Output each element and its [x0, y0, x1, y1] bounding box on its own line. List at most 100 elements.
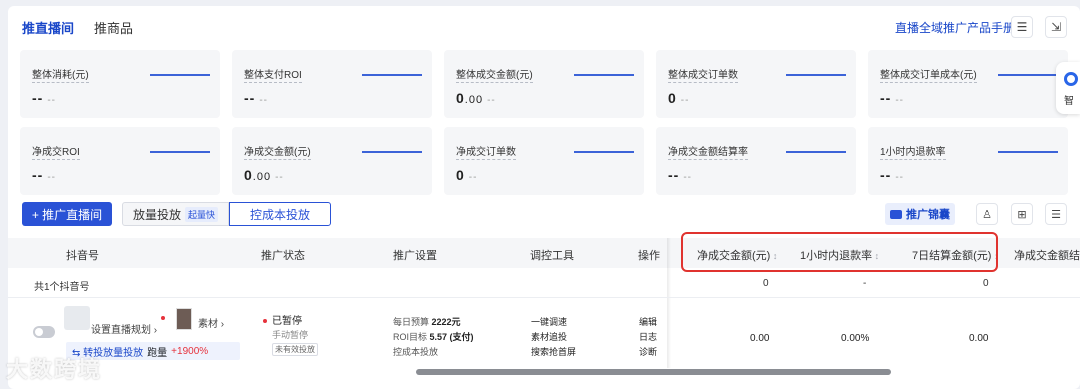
metric-value: 0.00 -- — [244, 167, 284, 183]
metric-label: 整体成交订单成本(元) — [880, 66, 977, 83]
row-net-amount: 0.00 — [750, 333, 770, 344]
collapse-icon[interactable]: ⇲ — [1045, 16, 1067, 38]
col-net-amount-settle[interactable]: 净成交金额结 — [1014, 247, 1080, 263]
metric-label: 净成交金额(元) — [244, 143, 311, 160]
metric-value: 0.00 -- — [456, 90, 496, 106]
filter-icon[interactable]: ☰ — [1045, 203, 1067, 225]
roi-target: ROI目标 5.57 (支付) — [393, 332, 474, 342]
column-settings-icon[interactable]: ⊞ — [1011, 203, 1033, 225]
metric-trend-line — [998, 74, 1058, 76]
fast-ramp-badge: 起量快 — [185, 206, 219, 222]
metric-trend-line — [786, 151, 846, 153]
status-tag: 未有效投放 — [272, 343, 318, 356]
live-plan-link[interactable]: 设置直播规划 › — [91, 321, 157, 336]
tab-product[interactable]: 推商品 — [94, 18, 133, 45]
metric-value: -- -- — [668, 167, 692, 183]
metric-trend-line — [150, 74, 210, 76]
metric-trend-line — [786, 74, 846, 76]
metric-value: 0 -- — [456, 167, 478, 183]
metric-label: 净成交金额结算率 — [668, 143, 748, 160]
metric-card[interactable]: 整体支付ROI -- -- — [232, 50, 432, 118]
daily-budget: 每日预算 2222元 — [393, 317, 461, 327]
metric-card[interactable]: 净成交订单数 0 -- — [444, 127, 644, 195]
summary-net-amount: 0 — [763, 278, 769, 289]
metric-label: 整体支付ROI — [244, 66, 302, 83]
metric-label: 1小时内退款率 — [880, 143, 946, 160]
metric-label: 整体消耗(元) — [32, 66, 89, 83]
delivery-mode-switch: 放量投放 起量快 控成本投放 — [122, 202, 332, 226]
col-account: 抖音号 — [66, 250, 99, 262]
metric-value: -- -- — [32, 167, 56, 183]
cost-control-option[interactable]: 控成本投放 — [229, 202, 332, 226]
metric-card[interactable]: 整体成交金额(元) 0.00 -- — [444, 50, 644, 118]
product-manual-link[interactable]: 直播全域推广产品手册 — [895, 19, 1015, 36]
tool-search-top[interactable]: 搜索抢首屏 — [531, 345, 576, 358]
material-thumbnail — [176, 308, 192, 330]
volume-delivery-label: 放量投放 — [133, 207, 182, 222]
volume-increase: +1900% — [171, 345, 209, 357]
metric-label: 整体成交金额(元) — [456, 66, 533, 83]
status-badge: 已暂停 — [263, 312, 302, 327]
notice-dot — [161, 316, 165, 320]
metric-trend-line — [362, 74, 422, 76]
promotion-tips-label: 推广锦囊 — [906, 209, 950, 221]
metric-label: 净成交订单数 — [456, 143, 516, 160]
col-tools: 调控工具 — [530, 250, 574, 262]
metric-value: 0 -- — [668, 90, 690, 106]
metric-trend-line — [574, 74, 634, 76]
col-settings: 推广设置 — [393, 250, 437, 262]
highlight-box — [681, 232, 998, 272]
horizontal-scrollbar[interactable] — [416, 369, 891, 375]
metric-value: -- -- — [880, 90, 904, 106]
metric-card[interactable]: 整体消耗(元) -- -- — [20, 50, 220, 118]
account-count: 共1个抖音号 — [34, 282, 90, 293]
metric-value: -- -- — [32, 90, 56, 106]
assistant-label: 智 — [1064, 96, 1074, 107]
metric-value: -- -- — [244, 90, 268, 106]
status-reason: 手动暂停 — [272, 330, 309, 340]
metric-trend-line — [362, 151, 422, 153]
metric-card[interactable]: 净成交金额结算率 -- -- — [656, 127, 856, 195]
top-tabs: 推直播间 推商品 — [22, 18, 133, 45]
metric-card[interactable]: 整体成交订单成本(元) -- -- — [868, 50, 1068, 118]
metric-value: -- -- — [880, 167, 904, 183]
row-divider — [8, 297, 1080, 298]
metric-label: 净成交ROI — [32, 143, 80, 160]
tool-speed-adjust[interactable]: 一键调速 — [531, 315, 567, 328]
filter-settings-icon[interactable]: ☰ — [1011, 16, 1033, 38]
col-ops: 操作 — [638, 250, 660, 262]
metric-trend-line — [574, 151, 634, 153]
metric-label: 整体成交订单数 — [668, 66, 738, 83]
metric-trend-line — [998, 151, 1058, 153]
row-settle-amount: 0.00 — [969, 333, 989, 344]
account-avatar — [64, 306, 90, 330]
log-link[interactable]: 日志 — [639, 330, 657, 343]
assistant-icon — [1064, 72, 1078, 86]
metric-card[interactable]: 整体成交订单数 0 -- — [656, 50, 856, 118]
delivery-toggle[interactable] — [33, 326, 55, 338]
page-frame: 推直播间 推商品 直播全域推广产品手册 ☰ ⇲ 整体消耗(元) -- -- 整体支… — [8, 6, 1080, 389]
control-mode: 控成本投放 — [393, 347, 439, 357]
summary-settle-amount: 0 — [983, 278, 989, 289]
volume-label: 跑量 — [147, 347, 168, 359]
edit-link[interactable]: 编辑 — [639, 315, 657, 328]
row-refund-rate: 0.00% — [841, 333, 870, 344]
user-settings-icon[interactable]: ♙ — [976, 203, 998, 225]
side-assistant-widget[interactable]: 智 — [1056, 62, 1080, 114]
diagnose-link[interactable]: 诊断 — [639, 345, 657, 358]
material-link[interactable]: 素材 › — [198, 315, 224, 330]
promote-live-room-button[interactable]: + 推广直播间 — [22, 202, 112, 226]
tool-material-boost[interactable]: 素材追投 — [531, 330, 567, 343]
summary-refund-rate: - — [863, 278, 867, 289]
col-status: 推广状态 — [261, 250, 305, 262]
metric-trend-line — [150, 151, 210, 153]
metric-card[interactable]: 净成交ROI -- -- — [20, 127, 220, 195]
watermark: 大数跨境 — [6, 357, 103, 382]
tips-bag-icon — [890, 209, 902, 219]
frozen-column-shadow — [667, 238, 671, 368]
volume-delivery-option[interactable]: 放量投放 起量快 — [122, 202, 230, 226]
tab-live-room[interactable]: 推直播间 — [22, 18, 74, 45]
metric-card[interactable]: 1小时内退款率 -- -- — [868, 127, 1068, 195]
promotion-tips-button[interactable]: 推广锦囊 — [885, 203, 955, 225]
metric-card[interactable]: 净成交金额(元) 0.00 -- — [232, 127, 432, 195]
